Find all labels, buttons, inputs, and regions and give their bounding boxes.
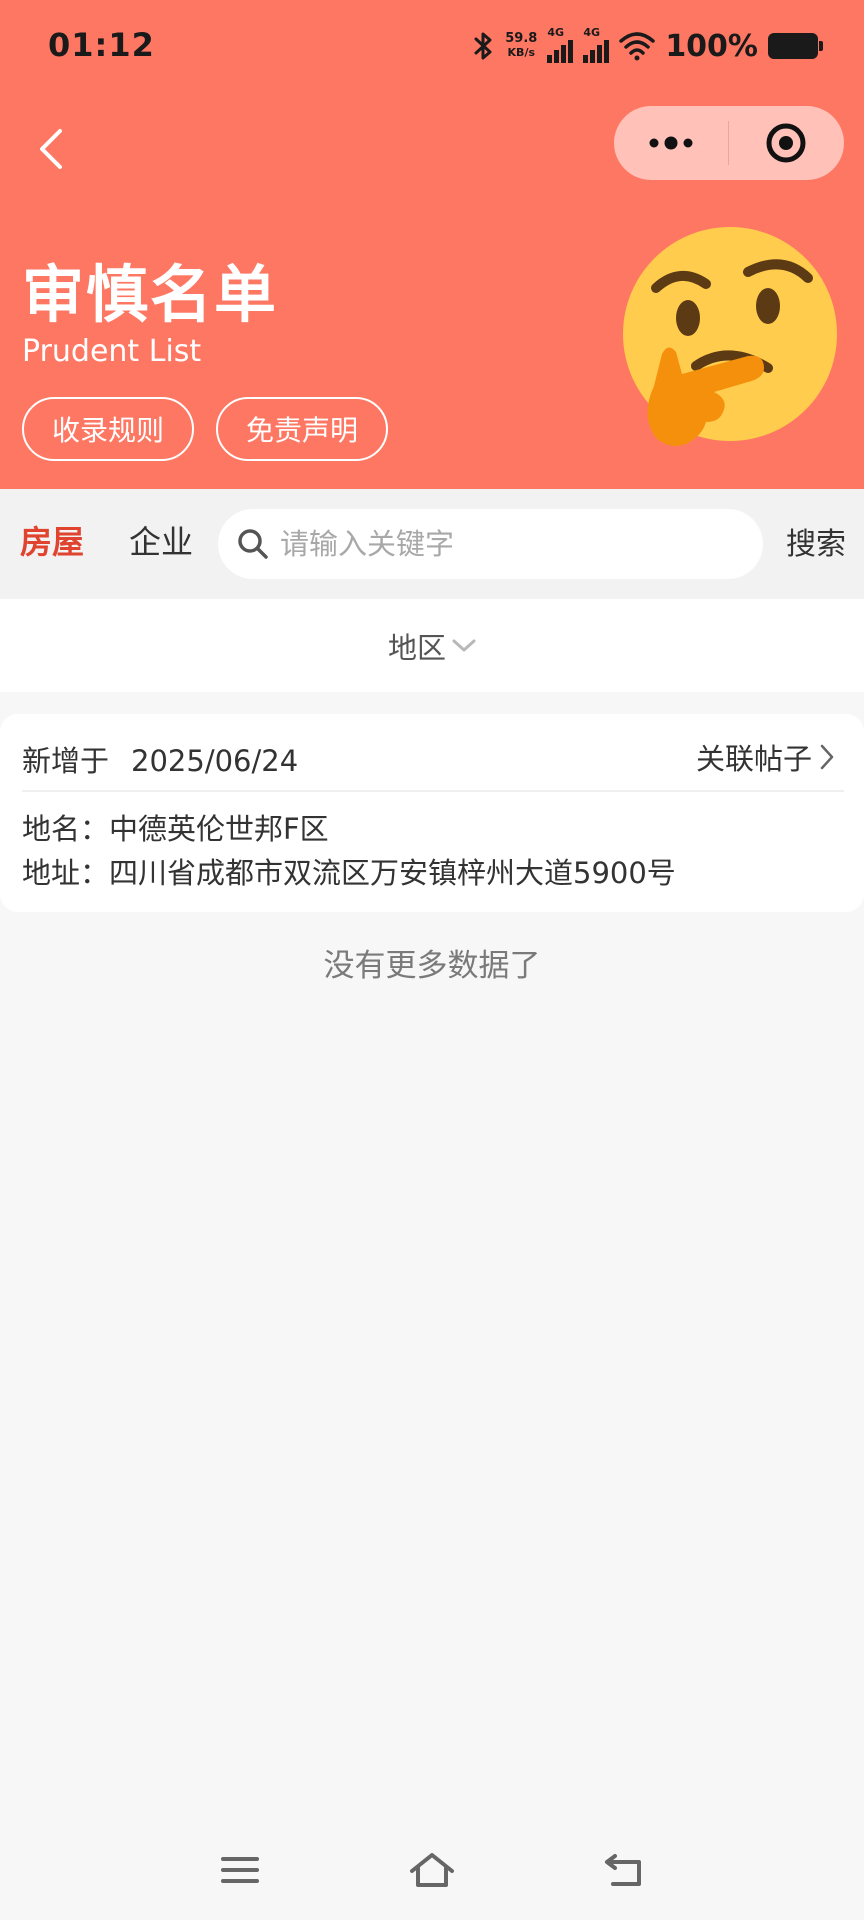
chevron-down-icon bbox=[452, 639, 476, 651]
no-more-data: 没有更多数据了 bbox=[323, 948, 541, 984]
record-card: 新增于 2025/06/24 关联帖子 地名：中德英伦世邦F区 地址：四川省成都市… bbox=[0, 714, 864, 912]
signal-icon-sim2: 4G bbox=[583, 26, 610, 63]
disclaimer-button[interactable]: 免责声明 bbox=[216, 397, 388, 461]
status-bar: 01:12 59.8 KB/s 4G 4G 100% bbox=[0, 0, 864, 92]
tab-company[interactable]: 企业 bbox=[129, 517, 193, 563]
sim1-label: 4G bbox=[547, 25, 564, 39]
nav-home-button[interactable] bbox=[402, 1842, 462, 1898]
record-place-name: 地名：中德英伦世邦F区 bbox=[22, 812, 329, 846]
search-bar: 房屋 企业 搜索 bbox=[0, 489, 864, 599]
wifi-icon bbox=[619, 32, 656, 61]
back-button[interactable] bbox=[28, 120, 72, 178]
page-subtitle: Prudent List bbox=[22, 334, 202, 369]
net-speed: 59.8 KB/s bbox=[505, 32, 537, 60]
region-filter[interactable]: 地区 bbox=[0, 599, 864, 692]
net-speed-unit: KB/s bbox=[507, 46, 536, 59]
miniprogram-capsule bbox=[614, 106, 844, 180]
target-icon bbox=[766, 123, 806, 163]
battery-icon bbox=[768, 33, 823, 59]
search-box[interactable] bbox=[218, 509, 763, 579]
chevron-right-icon bbox=[820, 744, 834, 770]
tab-house[interactable]: 房屋 bbox=[20, 517, 84, 563]
signal-icon-sim1: 4G bbox=[547, 26, 574, 63]
net-speed-value: 59.8 bbox=[505, 31, 538, 46]
more-icon bbox=[649, 136, 693, 150]
card-divider bbox=[22, 790, 844, 792]
region-filter-label: 地区 bbox=[387, 630, 446, 665]
added-label: 新增于 bbox=[22, 744, 110, 778]
sim2-label: 4G bbox=[583, 25, 600, 39]
header: 01:12 59.8 KB/s 4G 4G 100% 审慎名单 Prudent … bbox=[0, 0, 864, 489]
nav-menu-button[interactable] bbox=[210, 1842, 270, 1898]
back-icon bbox=[40, 129, 62, 169]
record-added: 新增于 2025/06/24 bbox=[22, 738, 298, 780]
record-address: 地址：四川省成都市双流区万安镇梓州大道5900号 bbox=[22, 856, 676, 890]
rules-button[interactable]: 收录规则 bbox=[22, 397, 194, 461]
more-button[interactable] bbox=[614, 106, 728, 180]
added-date: 2025/06/24 bbox=[131, 744, 299, 778]
bluetooth-icon bbox=[474, 32, 492, 60]
system-nav-bar bbox=[0, 1820, 864, 1920]
battery-percent: 100% bbox=[665, 28, 758, 64]
thinking-face-emoji bbox=[623, 227, 837, 446]
related-posts-label: 关联帖子 bbox=[695, 742, 812, 776]
close-miniprogram-button[interactable] bbox=[729, 106, 843, 180]
home-icon bbox=[410, 1853, 454, 1887]
menu-icon bbox=[221, 1857, 259, 1883]
nav-back-button[interactable] bbox=[594, 1842, 654, 1898]
status-time: 01:12 bbox=[48, 26, 155, 64]
related-posts-link[interactable]: 关联帖子 bbox=[696, 736, 834, 778]
return-icon bbox=[605, 1854, 641, 1886]
status-icons: 59.8 KB/s 4G 4G 100% bbox=[473, 26, 823, 66]
search-input[interactable] bbox=[280, 527, 740, 561]
search-icon bbox=[238, 529, 268, 559]
search-button[interactable]: 搜索 bbox=[786, 519, 846, 563]
page-title: 审慎名单 bbox=[22, 258, 279, 331]
